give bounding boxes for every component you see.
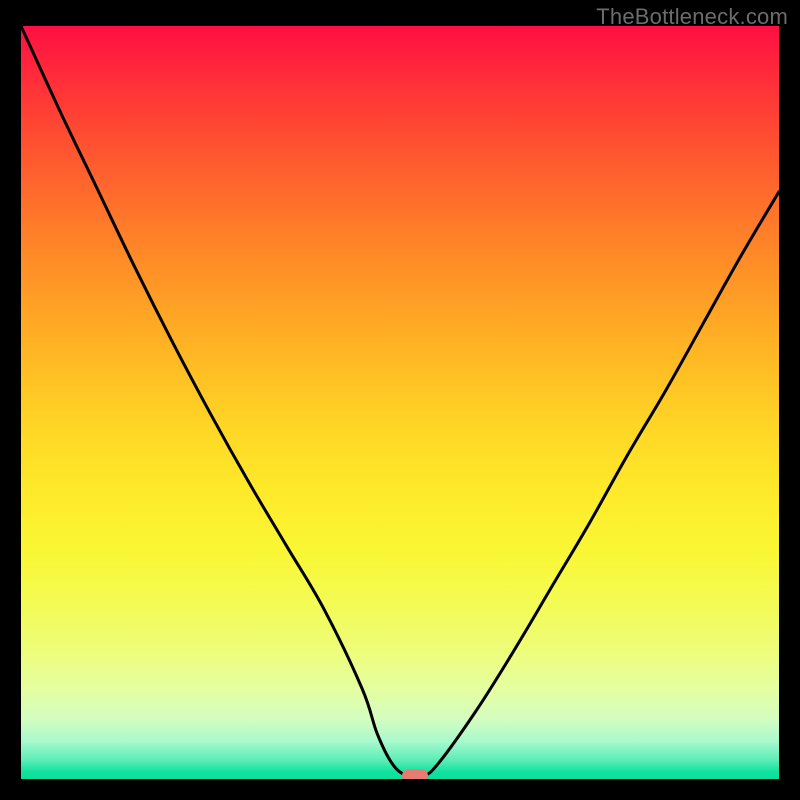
watermark-text: TheBottleneck.com	[596, 4, 788, 30]
curve-path	[21, 26, 779, 778]
bottleneck-curve	[21, 26, 779, 779]
chart-frame: TheBottleneck.com	[0, 0, 800, 800]
plot-area	[21, 26, 779, 779]
optimum-marker	[402, 769, 428, 779]
